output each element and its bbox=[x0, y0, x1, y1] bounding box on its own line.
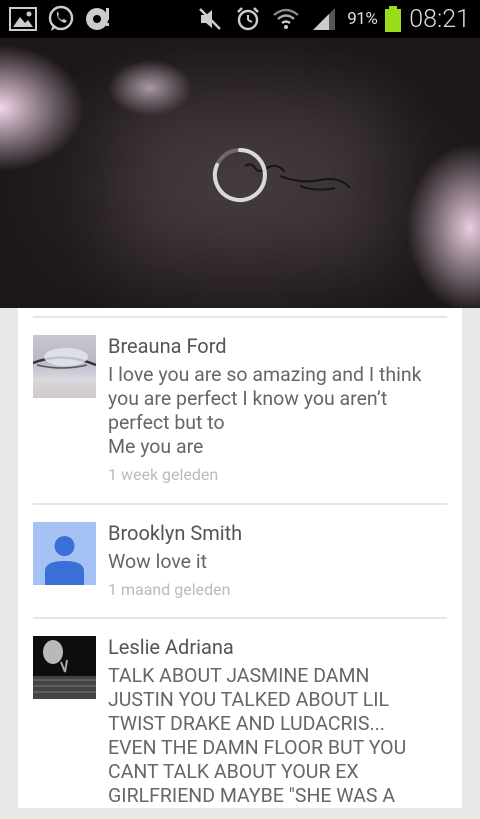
comment-author[interactable]: Breauna Ford bbox=[108, 333, 447, 359]
clock: 08:21 bbox=[409, 4, 470, 34]
battery-icon bbox=[385, 6, 402, 32]
video-player[interactable] bbox=[0, 38, 480, 308]
comment-timestamp: 1 maand geleden bbox=[108, 580, 231, 599]
signal-icon bbox=[309, 5, 339, 33]
comment-author[interactable]: Leslie Adriana bbox=[108, 634, 447, 660]
comment-timestamp: 1 week geleden bbox=[108, 465, 219, 484]
comment-item[interactable]: Leslie Adriana TALK ABOUT JASMINE DAMN J… bbox=[33, 619, 447, 819]
mute-icon bbox=[195, 5, 225, 33]
avatar[interactable] bbox=[33, 636, 96, 699]
battery-percentage: 91% bbox=[347, 9, 378, 29]
gallery-icon bbox=[8, 5, 38, 33]
alarm-icon bbox=[233, 5, 263, 33]
comment-item[interactable]: Breauna Ford I love you are so amazing a… bbox=[33, 318, 447, 503]
comment-text: TALK ABOUT JASMINE DAMN JUSTIN YOU TALKE… bbox=[108, 664, 407, 807]
whatsapp-icon bbox=[46, 5, 76, 33]
wifi-icon bbox=[271, 5, 301, 33]
default-avatar-icon[interactable] bbox=[33, 522, 96, 585]
comment-item[interactable]: Brooklyn Smith Wow love it 1 maand geled… bbox=[33, 505, 447, 617]
comment-list[interactable]: Breauna Ford I love you are so amazing a… bbox=[33, 316, 447, 819]
status-bar: 91% 08:21 bbox=[0, 0, 480, 38]
loading-spinner-icon bbox=[212, 148, 267, 202]
comment-text: Wow love it bbox=[108, 550, 207, 573]
comment-text: I love you are so amazing and I think yo… bbox=[108, 363, 422, 458]
avatar[interactable] bbox=[33, 335, 96, 398]
sync-icon bbox=[84, 5, 114, 33]
comment-author[interactable]: Brooklyn Smith bbox=[108, 520, 447, 546]
